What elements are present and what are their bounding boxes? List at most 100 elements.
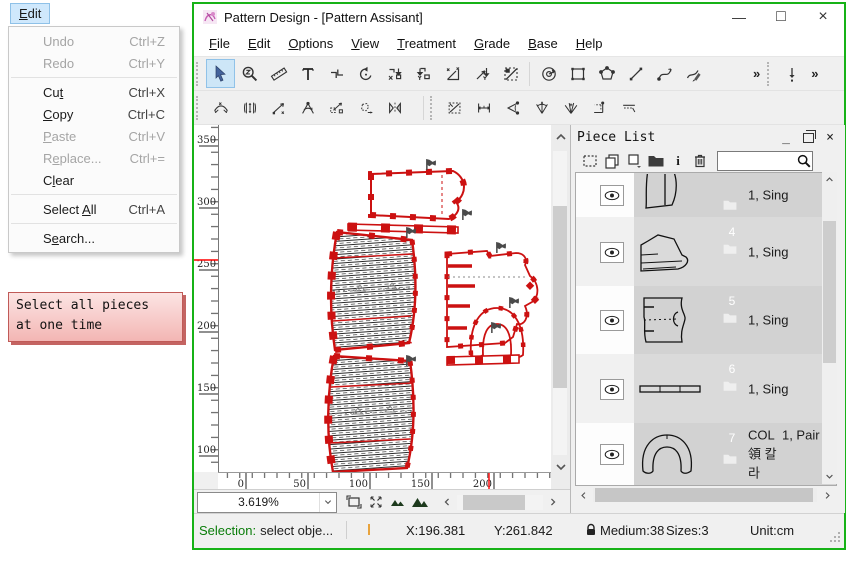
curve-tool-button[interactable] <box>650 59 679 88</box>
visibility-toggle[interactable] <box>600 185 624 206</box>
menu-item-paste[interactable]: PasteCtrl+V <box>9 125 179 147</box>
panel-minimize-button[interactable]: _ <box>775 128 797 148</box>
point-arrow-tool-button[interactable] <box>264 93 293 122</box>
pen-tool-button[interactable] <box>679 59 708 88</box>
mirror-tool-button[interactable] <box>380 93 409 122</box>
fan-spread-tool-button[interactable] <box>527 93 556 122</box>
zoom-tool-button[interactable] <box>235 59 264 88</box>
menu-item-select-all[interactable]: Select AllCtrl+A <box>9 198 179 220</box>
scrollbar-thumb[interactable] <box>595 488 813 502</box>
menu-item-clear[interactable]: Clear <box>9 169 179 191</box>
piece-search-box[interactable] <box>717 151 813 171</box>
scrollbar-thumb[interactable] <box>463 495 525 510</box>
scroll-down-icon[interactable] <box>822 469 837 484</box>
full-extent-button[interactable] <box>365 492 387 512</box>
hem-tool-button[interactable] <box>614 93 643 122</box>
menu-file[interactable]: File <box>200 33 239 54</box>
zoom-in-mountains-button[interactable] <box>409 492 431 512</box>
toolbar-overflow-chevron[interactable]: » <box>806 66 823 81</box>
pleat-tool-button[interactable] <box>235 93 264 122</box>
menu-options[interactable]: Options <box>279 33 342 54</box>
delete-piece-button[interactable] <box>689 151 711 171</box>
edit-menu-trigger[interactable]: Edit <box>10 3 50 24</box>
drop-point-tool-button[interactable] <box>777 59 806 88</box>
menu-treatment[interactable]: Treatment <box>388 33 465 54</box>
visibility-toggle[interactable] <box>600 310 624 331</box>
toolbar-grip[interactable] <box>196 96 203 120</box>
visibility-toggle[interactable] <box>600 379 624 400</box>
visibility-toggle[interactable] <box>600 444 624 465</box>
list-item[interactable]: 5 1, Sing <box>576 286 836 354</box>
zoom-dropdown-chevron-icon[interactable] <box>319 493 336 512</box>
copy-shape-tool-button[interactable] <box>351 93 380 122</box>
rectangle-tool-button[interactable] <box>563 59 592 88</box>
minimize-button[interactable]: — <box>718 4 760 30</box>
break-line-tool-button[interactable] <box>322 59 351 88</box>
menu-item-search[interactable]: Search... <box>9 227 179 249</box>
list-item[interactable]: 6 1, Sing <box>576 354 836 423</box>
text-tool-button[interactable] <box>293 59 322 88</box>
point-move-tool-button[interactable] <box>467 59 496 88</box>
dart-left-tool-button[interactable] <box>498 93 527 122</box>
curve-adjust-tool-button[interactable] <box>206 93 235 122</box>
canvas-horizontal-scrollbar[interactable] <box>457 495 543 510</box>
fit-page-button[interactable] <box>343 492 365 512</box>
list-item[interactable]: 1, Sing <box>576 173 836 217</box>
menu-edit[interactable]: Edit <box>239 33 279 54</box>
skew-tool-button[interactable] <box>496 59 525 88</box>
width-adjust-tool-button[interactable] <box>469 93 498 122</box>
measure-tool-button[interactable] <box>264 59 293 88</box>
menu-base[interactable]: Base <box>519 33 567 54</box>
move-x-tool-button[interactable] <box>380 59 409 88</box>
dart-rotate-tool-button[interactable] <box>293 93 322 122</box>
copy-piece-button[interactable] <box>601 151 623 171</box>
scrollbar-thumb[interactable] <box>823 221 836 363</box>
toolbar-grip[interactable] <box>767 62 774 86</box>
maximize-button[interactable]: □ <box>760 4 802 30</box>
scroll-left-icon[interactable] <box>439 494 455 511</box>
menu-item-undo[interactable]: UndoCtrl+Z <box>9 30 179 52</box>
resize-grip[interactable] <box>830 532 842 544</box>
menu-item-cut[interactable]: CutCtrl+X <box>9 81 179 103</box>
menu-item-redo[interactable]: RedoCtrl+Y <box>9 52 179 74</box>
list-item[interactable]: 4 1, Sing <box>576 217 836 286</box>
panel-restore-button[interactable] <box>797 128 819 148</box>
scroll-right-icon[interactable] <box>819 487 835 504</box>
zoom-combobox[interactable]: 3.619% <box>197 492 337 513</box>
polygon-tool-button[interactable] <box>592 59 621 88</box>
info-button[interactable]: i <box>667 151 689 171</box>
folder-icon[interactable] <box>645 151 667 171</box>
toolbar-grip[interactable] <box>196 62 203 86</box>
piece-list-header[interactable]: Piece List _ × <box>571 125 845 150</box>
select-tool-button[interactable] <box>206 59 235 88</box>
compass-tool-button[interactable] <box>534 59 563 88</box>
list-vertical-scrollbar[interactable] <box>822 172 837 484</box>
corner-tool-button[interactable] <box>585 93 614 122</box>
scroll-right-icon[interactable] <box>545 494 561 511</box>
move-points-tool-button[interactable] <box>322 93 351 122</box>
menu-help[interactable]: Help <box>567 33 612 54</box>
search-input[interactable] <box>718 153 796 169</box>
close-button[interactable]: × <box>802 4 844 30</box>
menu-item-replace[interactable]: Replace...Ctrl+= <box>9 147 179 169</box>
toolbar-grip[interactable] <box>430 96 437 120</box>
marquee-select-button[interactable] <box>579 151 601 171</box>
fan-dart-tool-button[interactable] <box>556 93 585 122</box>
line-tool-button[interactable] <box>621 59 650 88</box>
list-horizontal-scrollbar[interactable] <box>575 486 835 504</box>
list-item[interactable]: 7 COL 1, Pair 領 칼 라 <box>576 423 836 485</box>
duplicate-piece-button[interactable] <box>623 151 645 171</box>
panel-close-button[interactable]: × <box>819 128 841 148</box>
rotate-tool-button[interactable] <box>351 59 380 88</box>
search-icon[interactable] <box>796 153 812 169</box>
piece-list[interactable]: 1, Sing 4 1, Sing <box>575 172 837 486</box>
panel-collapse-chevron-icon[interactable] <box>551 129 570 145</box>
zoom-out-mountains-button[interactable] <box>387 492 409 512</box>
pattern-canvas[interactable] <box>218 125 552 472</box>
scroll-down-icon[interactable] <box>551 459 570 475</box>
seam-allowance-tool-button[interactable] <box>440 93 469 122</box>
visibility-toggle[interactable] <box>600 242 624 263</box>
scrollbar-track[interactable] <box>593 488 817 502</box>
menu-grade[interactable]: Grade <box>465 33 519 54</box>
menu-view[interactable]: View <box>342 33 388 54</box>
